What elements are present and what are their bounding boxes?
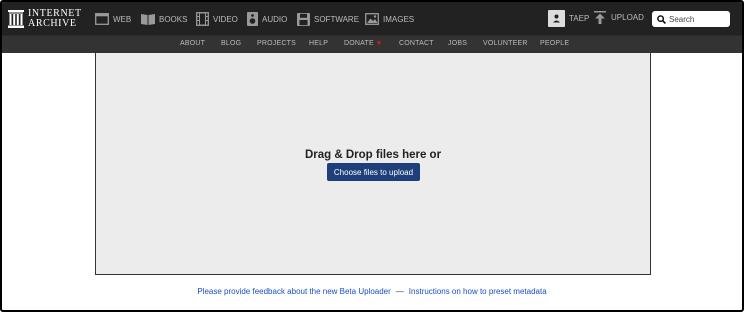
upload-label: UPLOAD [611,13,644,22]
mediatype-web-label: WEB [113,14,132,24]
nav-volunteer[interactable]: VOLUNTEER [483,40,528,47]
choose-files-button[interactable]: Choose files to upload [327,163,420,181]
mediatype-images-label: IMAGES [383,14,415,24]
nav-blog[interactable]: BLOG [221,40,241,47]
file-drop-zone[interactable]: Drag & Drop files here or Choose files t… [95,52,651,275]
nav-projects[interactable]: PROJECTS [257,40,296,47]
nav-donate-label: DONATE [344,40,374,47]
top-navigation-bar: INTERNET ARCHIVE WEB BOOKS VIDEO AUDIO S… [2,2,742,35]
user-avatar-icon [548,10,565,27]
upload-link[interactable]: UPLOAD [594,11,644,24]
archive-building-icon [8,10,24,28]
audio-icon [247,12,258,26]
secondary-navigation: ABOUT BLOG PROJECTS HELP DONATE ♥ CONTACT… [2,35,742,53]
instructions-link[interactable]: Instructions on how to preset metadata [409,287,547,296]
mediatype-books-label: BOOKS [159,14,188,24]
nav-about[interactable]: ABOUT [180,40,205,47]
search-input[interactable] [669,14,727,24]
username-label: TAEP [569,14,590,23]
mediatype-audio[interactable]: AUDIO [247,11,287,27]
mediatype-images[interactable]: IMAGES [365,11,414,27]
search-icon [657,14,666,24]
images-icon [365,13,379,25]
mediatype-software[interactable]: SOFTWARE [297,11,359,27]
nav-help[interactable]: HELP [309,40,328,47]
mediatype-books[interactable]: BOOKS [141,11,187,27]
mediatype-web[interactable]: WEB [95,11,131,27]
uploader-footer: Please provide feedback about the new Be… [2,287,742,296]
drop-zone-title: Drag & Drop files here or [304,149,442,161]
nav-people[interactable]: PEOPLE [540,40,569,47]
nav-donate[interactable]: DONATE ♥ [344,40,381,47]
mediatype-video-label: VIDEO [213,14,238,24]
browser-frame: INTERNET ARCHIVE WEB BOOKS VIDEO AUDIO S… [0,0,744,312]
mediatype-software-label: SOFTWARE [314,14,360,24]
logo-wordmark: INTERNET ARCHIVE [28,9,82,29]
books-icon [141,14,155,25]
software-icon [297,12,310,26]
nav-contact[interactable]: CONTACT [399,40,434,47]
search-box[interactable] [652,11,730,27]
logo-line-2: ARCHIVE [28,18,77,29]
mediatype-video[interactable]: VIDEO [196,11,238,27]
video-icon [196,12,209,26]
upload-icon [594,11,606,24]
internet-archive-logo[interactable]: INTERNET ARCHIVE [8,8,82,30]
web-icon [95,13,109,25]
user-menu[interactable]: TAEP [548,10,589,27]
feedback-link[interactable]: Please provide feedback about the new Be… [197,287,390,296]
footer-separator: — [395,287,404,296]
heart-icon: ♥ [376,40,382,47]
mediatype-audio-label: AUDIO [262,14,288,24]
nav-jobs[interactable]: JOBS [448,40,467,47]
